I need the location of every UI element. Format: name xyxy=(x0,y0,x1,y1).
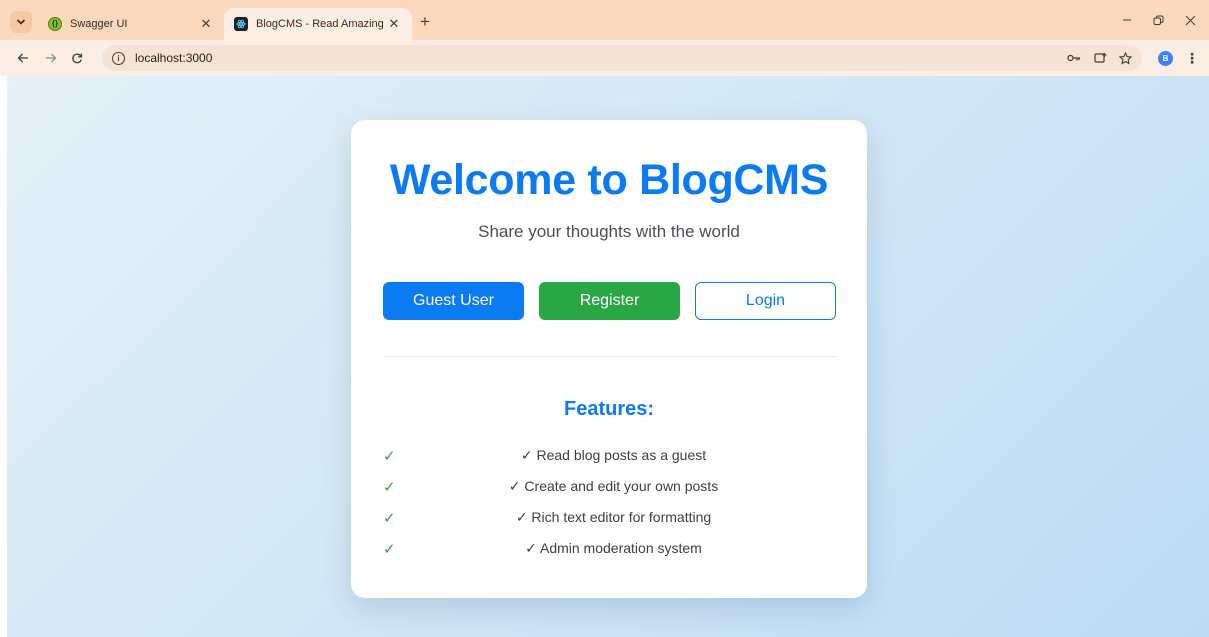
login-button[interactable]: Login xyxy=(695,282,836,320)
page-title: Welcome to BlogCMS xyxy=(389,156,829,204)
address-bar[interactable]: i localhost:3000 xyxy=(102,45,1142,71)
close-icon[interactable]: ✕ xyxy=(198,16,214,32)
welcome-card: Welcome to BlogCMS Share your thoughts w… xyxy=(351,120,867,598)
checkmark-icon: ✓ xyxy=(383,509,396,527)
close-window-icon[interactable] xyxy=(1180,10,1200,30)
forward-icon[interactable] xyxy=(41,48,61,68)
divider xyxy=(383,356,836,357)
menu-dots-icon[interactable]: ⋮ xyxy=(1185,48,1199,68)
feature-text: ✓ Rich text editor for formatting xyxy=(515,509,712,525)
checkmark-icon: ✓ xyxy=(383,478,396,496)
install-app-icon[interactable] xyxy=(1090,48,1110,68)
reload-icon[interactable] xyxy=(67,48,87,68)
register-button[interactable]: Register xyxy=(539,282,680,320)
features-list: ✓ ✓ Read blog posts as a guest ✓ ✓ Creat… xyxy=(383,440,836,564)
new-tab-button[interactable]: + xyxy=(416,12,434,30)
list-item: ✓ ✓ Admin moderation system xyxy=(383,533,836,564)
browser-toolbar: i localhost:3000 B ⋮ xyxy=(0,40,1209,76)
chevron-down-icon xyxy=(16,19,26,25)
list-item: ✓ ✓ Read blog posts as a guest xyxy=(383,440,836,471)
list-item: ✓ ✓ Rich text editor for formatting xyxy=(383,502,836,533)
tab-strip: {} Swagger UI ✕ BlogCMS - Read Amazing B… xyxy=(0,0,1209,40)
tab-search-button[interactable] xyxy=(10,11,32,33)
checkmark-icon: ✓ xyxy=(383,540,396,558)
guest-user-button[interactable]: Guest User xyxy=(383,282,524,320)
feature-text: ✓ Read blog posts as a guest xyxy=(520,447,707,463)
checkmark-icon: ✓ xyxy=(383,447,396,465)
tab-title: BlogCMS - Read Amazing Blog xyxy=(256,18,386,30)
page-viewport: Welcome to BlogCMS Share your thoughts w… xyxy=(7,76,1209,637)
site-info-icon[interactable]: i xyxy=(112,51,125,65)
close-icon[interactable]: ✕ xyxy=(386,16,402,32)
restore-icon[interactable] xyxy=(1148,10,1168,30)
page-subtitle: Share your thoughts with the world xyxy=(478,222,740,241)
profile-avatar[interactable]: B xyxy=(1158,51,1173,66)
bookmark-star-icon[interactable] xyxy=(1115,48,1135,68)
features-heading: Features: xyxy=(563,398,655,420)
react-icon xyxy=(234,17,248,31)
minimize-icon[interactable] xyxy=(1117,10,1137,30)
tab-title: Swagger UI xyxy=(70,18,128,30)
password-key-icon[interactable] xyxy=(1064,48,1084,68)
feature-text: ✓ Admin moderation system xyxy=(525,540,702,556)
swagger-icon: {} xyxy=(48,17,62,31)
tab-blogcms[interactable]: BlogCMS - Read Amazing Blog ✕ xyxy=(224,8,412,40)
url-text: localhost:3000 xyxy=(135,51,213,65)
tab-swagger[interactable]: {} Swagger UI ✕ xyxy=(38,8,224,40)
feature-text: ✓ Create and edit your own posts xyxy=(508,478,719,494)
back-icon[interactable] xyxy=(13,48,33,68)
list-item: ✓ ✓ Create and edit your own posts xyxy=(383,471,836,502)
